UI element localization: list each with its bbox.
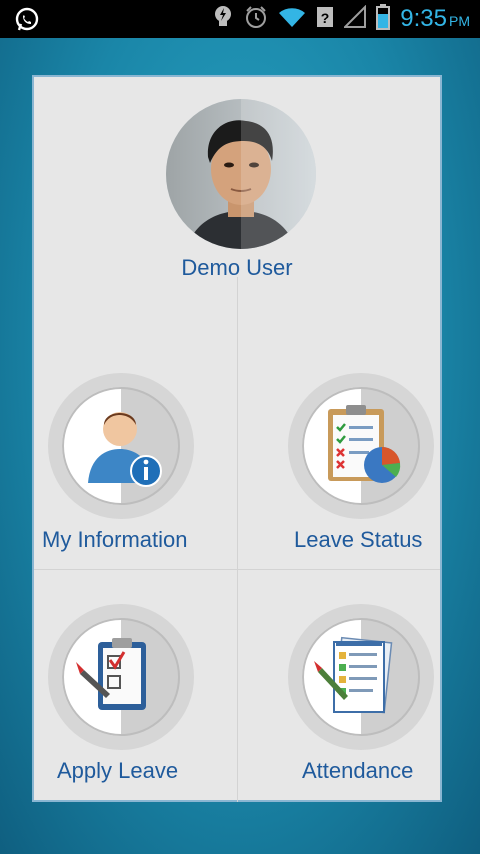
attendance-button[interactable] bbox=[288, 604, 434, 750]
clipboard-chart-icon bbox=[328, 405, 401, 483]
my-information-button[interactable] bbox=[48, 373, 194, 519]
status-time: 9:35 bbox=[400, 5, 447, 32]
whatsapp-icon bbox=[14, 7, 40, 38]
leave-status-icon-frame bbox=[302, 387, 420, 505]
signal-icon bbox=[342, 4, 367, 34]
my-information-icon-frame bbox=[62, 387, 180, 505]
unknown-sim-icon: ? bbox=[316, 5, 334, 34]
status-bar: ? 9:35 PM bbox=[0, 0, 480, 38]
apply-leave-button[interactable] bbox=[48, 604, 194, 750]
apply-leave-icon-frame bbox=[62, 618, 180, 736]
battery-icon bbox=[376, 3, 391, 35]
horizontal-divider bbox=[34, 569, 440, 570]
attendance-sheet-icon bbox=[314, 636, 393, 714]
clock: 9:35 PM bbox=[400, 5, 470, 33]
my-information-label[interactable]: My Information bbox=[42, 527, 188, 553]
dashboard-panel: Demo User My Information Leave Status Ap… bbox=[32, 75, 442, 802]
user-name: Demo User bbox=[181, 255, 293, 280]
alarm-icon bbox=[244, 5, 268, 34]
status-ampm: PM bbox=[449, 13, 470, 29]
leave-status-button[interactable] bbox=[288, 373, 434, 519]
clipboard-check-icon bbox=[76, 638, 146, 710]
attendance-icon-frame bbox=[302, 618, 420, 736]
lightbulb-icon bbox=[212, 4, 234, 35]
wifi-icon bbox=[278, 5, 306, 34]
vertical-divider bbox=[237, 277, 238, 802]
svg-text:?: ? bbox=[321, 10, 330, 26]
leave-status-label[interactable]: Leave Status bbox=[294, 527, 422, 553]
user-info-icon bbox=[88, 412, 162, 487]
avatar[interactable] bbox=[166, 99, 316, 249]
apply-leave-label[interactable]: Apply Leave bbox=[57, 758, 178, 784]
attendance-label[interactable]: Attendance bbox=[302, 758, 413, 784]
